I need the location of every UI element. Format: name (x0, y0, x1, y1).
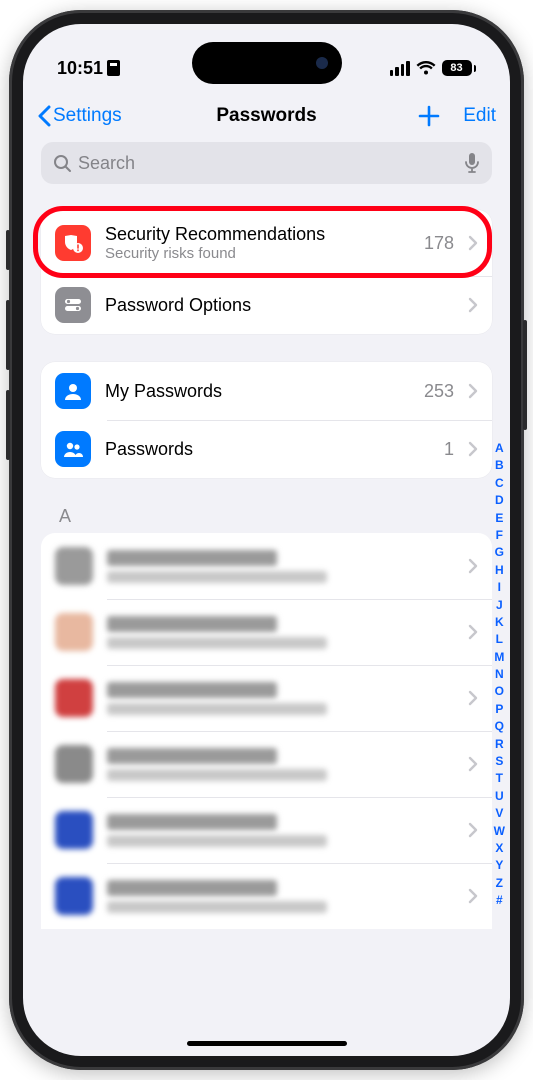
wifi-icon (416, 61, 436, 76)
index-letter[interactable]: G (494, 544, 505, 561)
row-title: Security Recommendations (105, 223, 410, 246)
person-icon (55, 373, 91, 409)
chevron-right-icon (468, 441, 478, 457)
index-letter[interactable]: I (494, 579, 505, 596)
index-letter[interactable]: # (494, 892, 505, 909)
home-indicator[interactable] (187, 1041, 347, 1046)
index-letter[interactable]: S (494, 753, 505, 770)
entry-title-redacted (107, 748, 277, 764)
entry-subtitle-redacted (107, 901, 327, 913)
chevron-right-icon (468, 297, 478, 313)
site-favicon (55, 877, 93, 915)
password-entry-row[interactable] (41, 797, 492, 863)
search-field[interactable]: Search (41, 142, 492, 184)
index-letter[interactable]: L (494, 631, 505, 648)
site-favicon (55, 613, 93, 651)
search-placeholder: Search (78, 153, 458, 174)
entry-subtitle-redacted (107, 571, 327, 583)
navbar: Settings Passwords Edit (23, 90, 510, 142)
people-icon (55, 431, 91, 467)
index-letter[interactable]: U (494, 788, 505, 805)
row-title: My Passwords (105, 380, 410, 403)
index-letter[interactable]: K (494, 614, 505, 631)
back-label: Settings (53, 105, 122, 127)
index-letter[interactable]: Z (494, 875, 505, 892)
index-letter[interactable]: O (494, 683, 505, 700)
index-letter[interactable]: R (494, 736, 505, 753)
index-letter[interactable]: H (494, 562, 505, 579)
row-count: 253 (424, 381, 454, 402)
index-letter[interactable]: F (494, 527, 505, 544)
entry-title-redacted (107, 880, 277, 896)
index-letter[interactable]: P (494, 701, 505, 718)
section-header-a: A (41, 506, 492, 533)
index-letter[interactable]: M (494, 649, 505, 666)
entry-subtitle-redacted (107, 769, 327, 781)
entry-subtitle-redacted (107, 835, 327, 847)
site-favicon (55, 547, 93, 585)
entry-title-redacted (107, 550, 277, 566)
index-letter[interactable]: Y (494, 857, 505, 874)
security-recommendations-row[interactable]: Security Recommendations Security risks … (41, 210, 492, 276)
index-letter[interactable]: B (494, 457, 505, 474)
site-favicon (55, 679, 93, 717)
row-title: Passwords (105, 438, 430, 461)
chevron-right-icon (468, 690, 478, 706)
add-button[interactable] (417, 104, 441, 128)
site-favicon (55, 745, 93, 783)
password-entry-row[interactable] (41, 599, 492, 665)
edit-button[interactable]: Edit (463, 105, 496, 127)
back-button[interactable]: Settings (37, 105, 122, 127)
battery-icon: 83 (442, 60, 477, 76)
alphabet-index[interactable]: ABCDEFGHIJKLMNOPQRSTUVWXYZ# (494, 440, 505, 910)
chevron-right-icon (468, 235, 478, 251)
index-letter[interactable]: J (494, 597, 505, 614)
my-passwords-row[interactable]: My Passwords 253 (41, 362, 492, 420)
password-entry-row[interactable] (41, 533, 492, 599)
index-letter[interactable]: Q (494, 718, 505, 735)
password-entry-row[interactable] (41, 731, 492, 797)
mic-icon[interactable] (464, 152, 480, 174)
index-letter[interactable]: V (494, 805, 505, 822)
index-letter[interactable]: E (494, 510, 505, 527)
entry-subtitle-redacted (107, 703, 327, 715)
password-options-row[interactable]: Password Options (41, 276, 492, 334)
row-title: Password Options (105, 294, 454, 317)
row-subtitle: Security risks found (105, 245, 410, 263)
chevron-right-icon (468, 888, 478, 904)
shield-warning-icon (55, 225, 91, 261)
entry-subtitle-redacted (107, 637, 327, 649)
entry-title-redacted (107, 682, 277, 698)
chevron-right-icon (468, 383, 478, 399)
chevron-right-icon (468, 822, 478, 838)
entry-title-redacted (107, 814, 277, 830)
index-letter[interactable]: X (494, 840, 505, 857)
entry-title-redacted (107, 616, 277, 632)
password-entry-row[interactable] (41, 863, 492, 929)
toggles-icon (55, 287, 91, 323)
search-icon (53, 154, 72, 173)
site-favicon (55, 811, 93, 849)
dynamic-island (192, 42, 342, 84)
shared-passwords-row[interactable]: Passwords 1 (41, 420, 492, 478)
chevron-right-icon (468, 558, 478, 574)
row-count: 178 (424, 233, 454, 254)
index-letter[interactable]: W (494, 823, 505, 840)
chevron-right-icon (468, 624, 478, 640)
sim-icon (107, 60, 120, 76)
chevron-right-icon (468, 756, 478, 772)
index-letter[interactable]: A (494, 440, 505, 457)
page-title: Passwords (216, 105, 316, 127)
chevron-left-icon (37, 105, 51, 127)
index-letter[interactable]: C (494, 475, 505, 492)
status-time: 10:51 (57, 58, 103, 79)
index-letter[interactable]: D (494, 492, 505, 509)
row-count: 1 (444, 439, 454, 460)
index-letter[interactable]: N (494, 666, 505, 683)
password-entry-row[interactable] (41, 665, 492, 731)
cellular-icon (390, 61, 410, 76)
index-letter[interactable]: T (494, 770, 505, 787)
